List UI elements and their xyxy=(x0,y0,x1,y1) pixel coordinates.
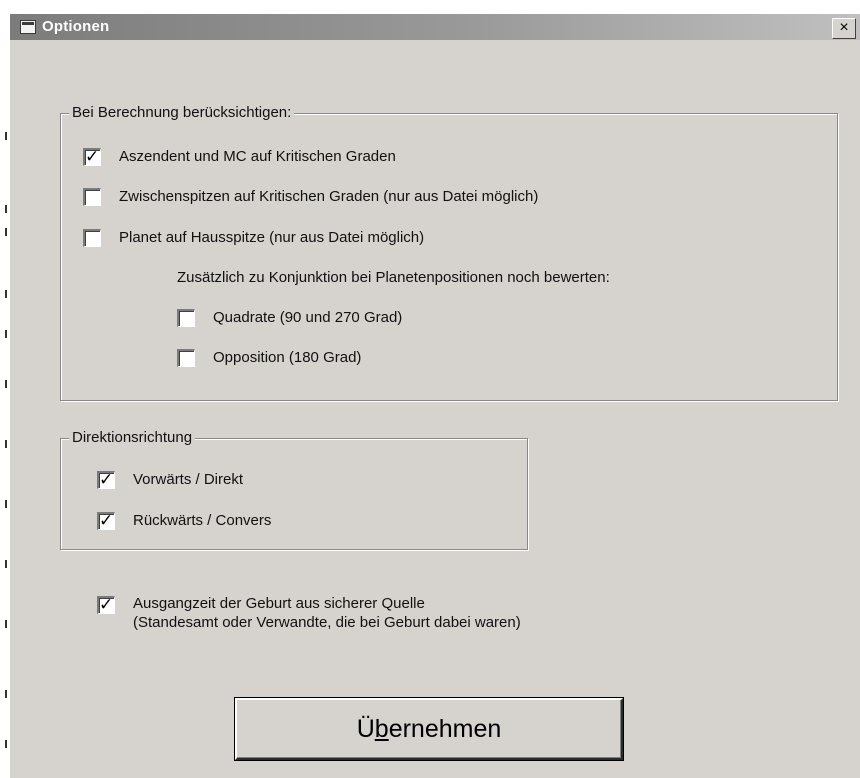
direction-group: Direktionsrichtung xyxy=(60,429,528,550)
option-intermediate-cusps[interactable]: Zwischenspitzen auf Kritischen Graden (n… xyxy=(83,187,538,206)
checkbox-square[interactable] xyxy=(177,308,195,327)
option-opposition[interactable]: Opposition (180 Grad) xyxy=(177,348,361,367)
checkbox-birth-source[interactable] xyxy=(97,595,115,615)
title-bar[interactable]: Optionen × xyxy=(10,14,860,40)
birth-source-line1: Ausgangzeit der Geburt aus sicherer Quel… xyxy=(133,595,425,612)
option-label: Aszendent und MC auf Kritischen Graden xyxy=(119,148,396,165)
checkbox-intermediate-cusps[interactable] xyxy=(83,187,101,206)
option-label: Rückwärts / Convers xyxy=(133,512,272,529)
apply-button-label: Übernehmen xyxy=(356,714,502,743)
close-button[interactable]: × xyxy=(832,18,856,39)
apply-button[interactable]: Übernehmen xyxy=(235,698,623,760)
options-dialog: Optionen × Bei Berechnung berücksichtige… xyxy=(10,14,860,778)
aspect-subheading: Zusätzlich zu Konjunktion bei Planetenpo… xyxy=(177,269,610,286)
checkbox-ascendant-mc[interactable] xyxy=(83,147,101,167)
window-icon xyxy=(20,20,36,34)
background-edge-marks xyxy=(0,0,10,778)
window-title: Optionen xyxy=(42,18,110,35)
option-label: Opposition (180 Grad) xyxy=(213,349,362,366)
checkbox-planet-house-cusp[interactable] xyxy=(83,228,101,247)
option-label: Planet auf Hausspitze (nur aus Datei mög… xyxy=(119,229,425,246)
option-planet-house-cusp[interactable]: Planet auf Hausspitze (nur aus Datei mög… xyxy=(83,228,424,247)
checkbox-forward[interactable] xyxy=(97,470,115,490)
checkbox-opposition[interactable] xyxy=(177,348,195,367)
option-forward[interactable]: Vorwärts / Direkt xyxy=(97,470,244,490)
option-label: Vorwärts / Direkt xyxy=(133,471,244,488)
checkbox-backward[interactable] xyxy=(97,511,115,531)
option-label: Quadrate (90 und 270 Grad) xyxy=(213,309,403,326)
calculation-group-label: Bei Berechnung berücksichtigen: xyxy=(69,104,295,121)
direction-group-label: Direktionsrichtung xyxy=(69,429,196,446)
option-label: Zwischenspitzen auf Kritischen Graden (n… xyxy=(119,188,539,205)
birth-source-label: Ausgangzeit der Geburt aus sicherer Quel… xyxy=(133,594,521,632)
option-backward[interactable]: Rückwärts / Convers xyxy=(97,511,272,531)
close-icon: × xyxy=(839,19,849,36)
option-square[interactable]: Quadrate (90 und 270 Grad) xyxy=(177,308,402,327)
birth-source-line2: (Standesamt oder Verwandte, die bei Gebu… xyxy=(133,614,521,631)
option-ascendant-mc[interactable]: Aszendent und MC auf Kritischen Graden xyxy=(83,147,396,167)
option-birth-source[interactable]: Ausgangzeit der Geburt aus sicherer Quel… xyxy=(97,594,521,632)
